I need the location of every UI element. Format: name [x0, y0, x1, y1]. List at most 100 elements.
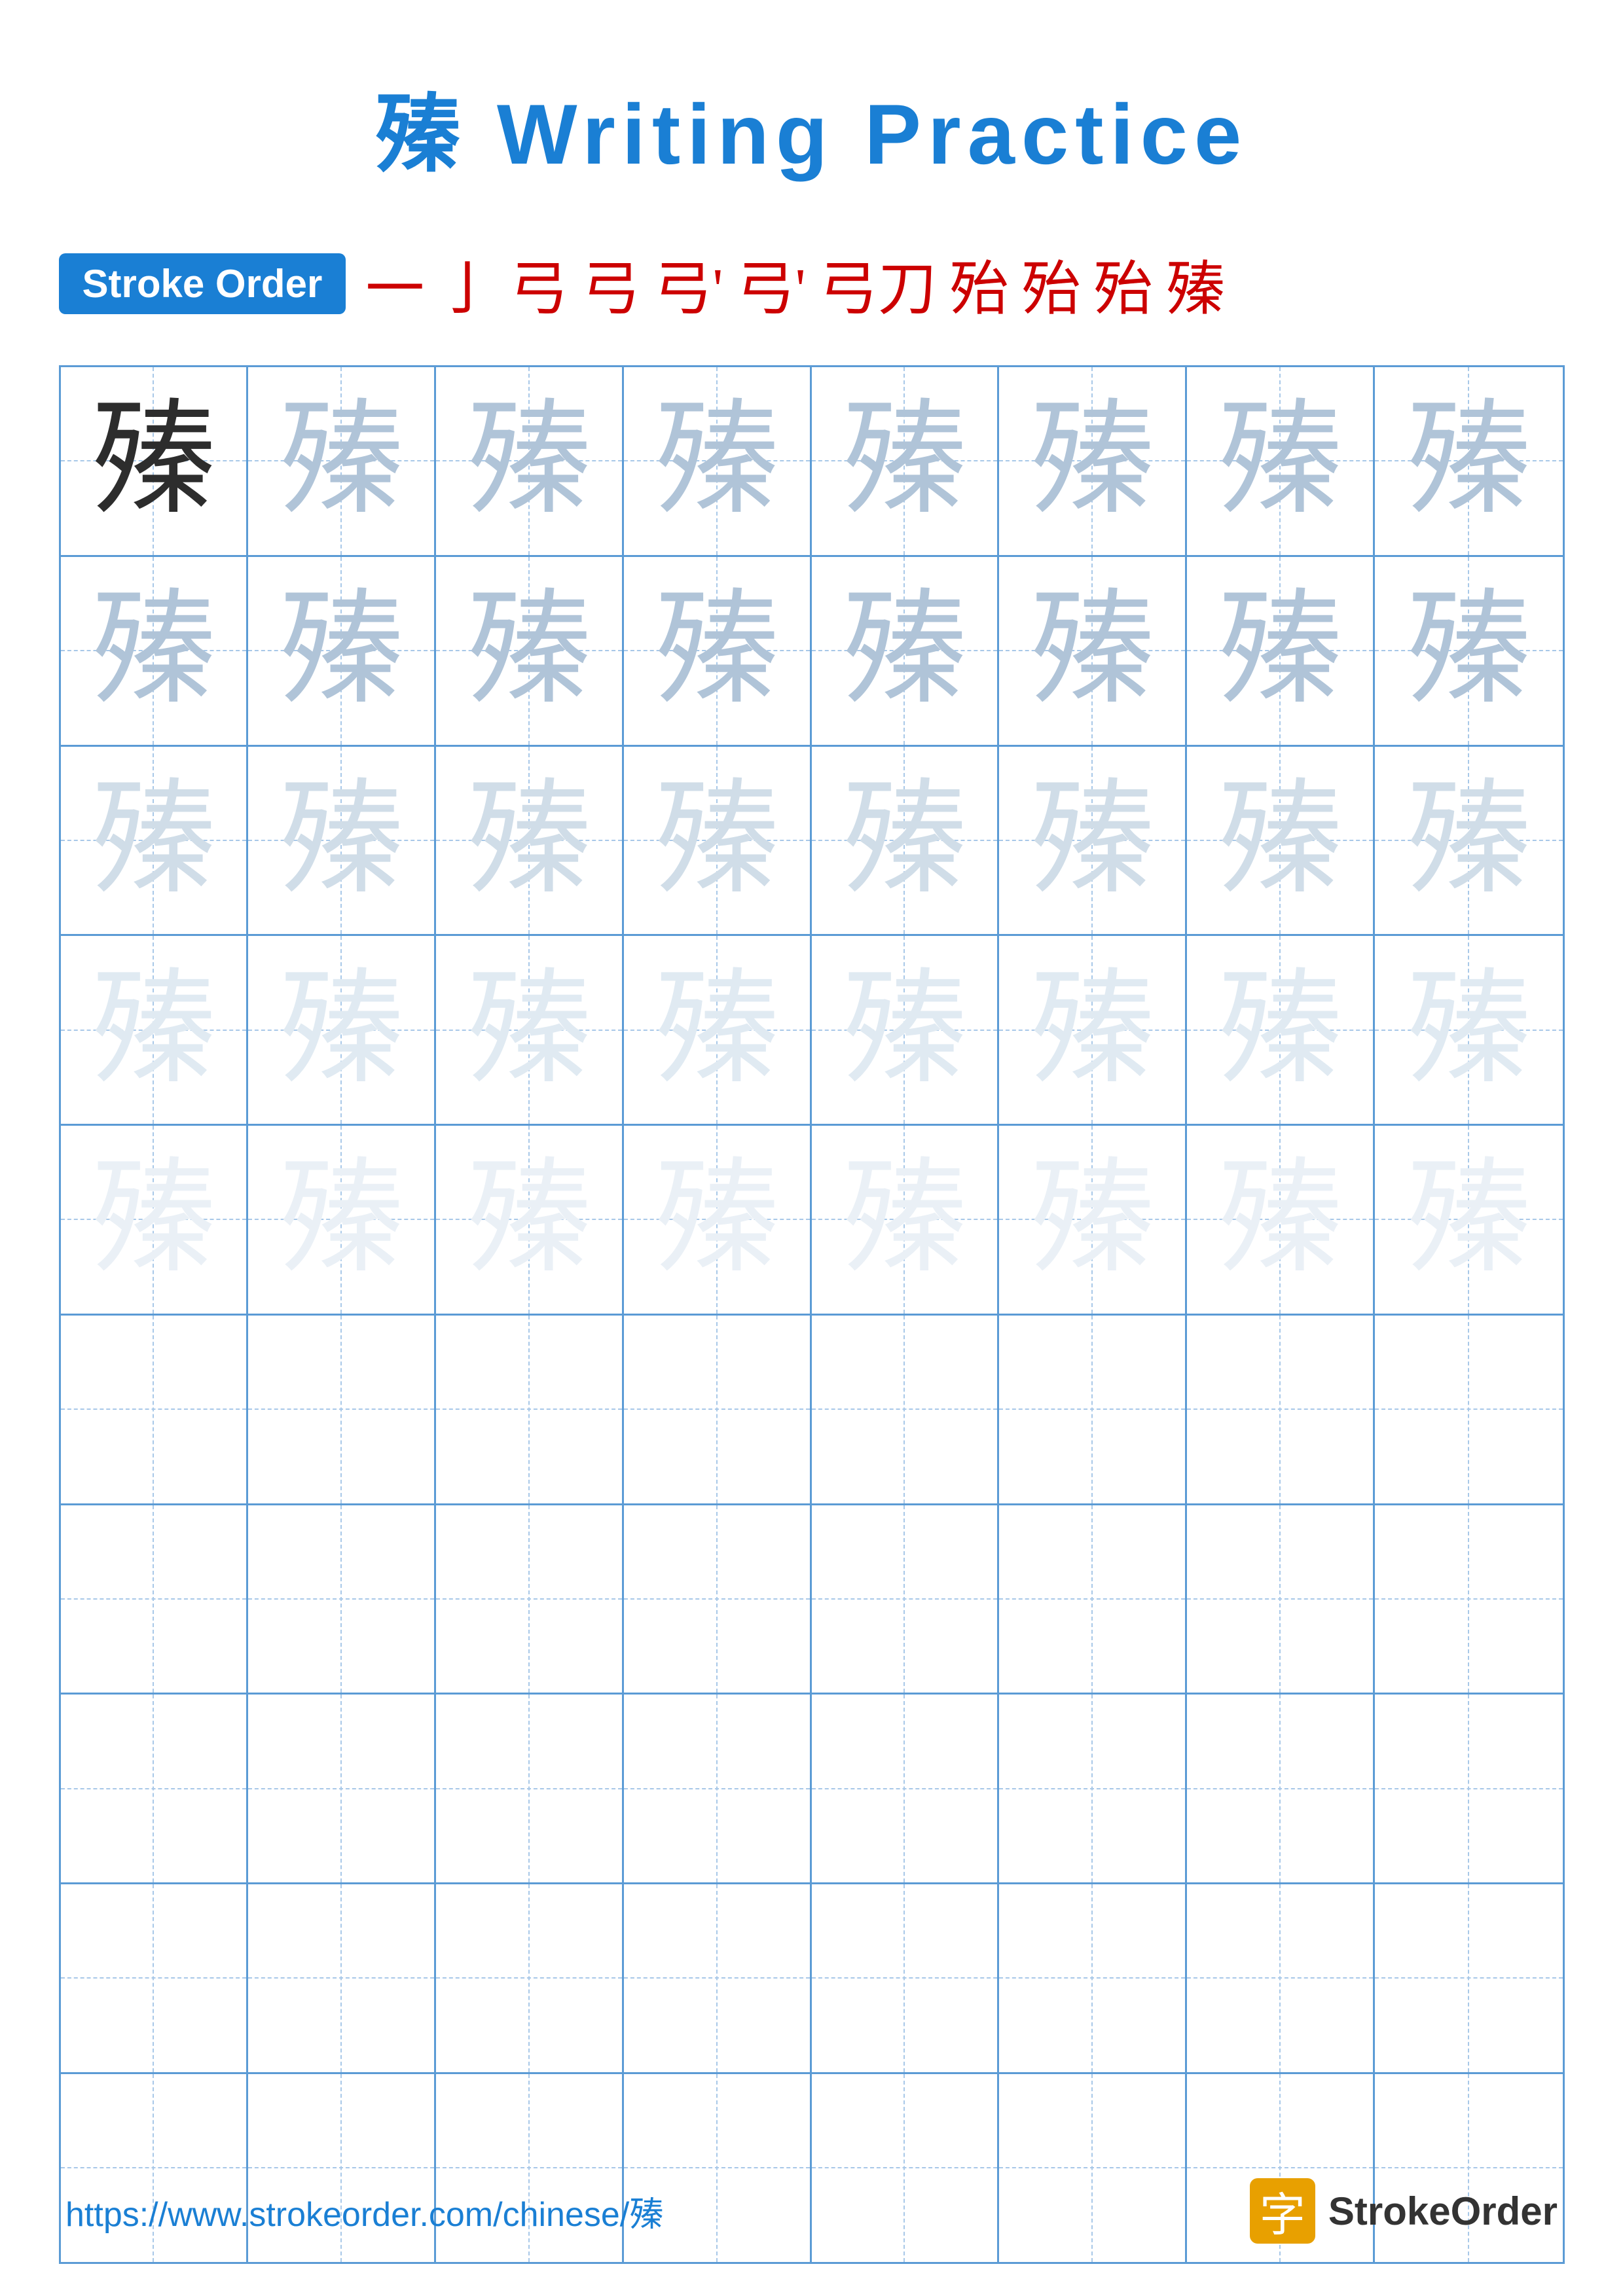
- grid-row-5: 殝 殝 殝 殝 殝 殝 殝 殝: [61, 1126, 1563, 1316]
- char-display: 殝: [1406, 1157, 1531, 1282]
- grid-cell-1-1: 殝: [61, 367, 249, 555]
- char-display: 殝: [842, 588, 966, 713]
- grid-cell-6-2: [248, 1316, 436, 1503]
- grid-cell-2-6: 殝: [999, 557, 1187, 745]
- char-display: 殝: [279, 399, 403, 523]
- grid-cell-4-5: 殝: [812, 936, 1000, 1124]
- grid-cell-5-3: 殝: [436, 1126, 624, 1314]
- grid-cell-1-5: 殝: [812, 367, 1000, 555]
- grid-cell-9-5: [812, 1884, 1000, 2072]
- stroke-5: 弓': [653, 241, 723, 326]
- grid-cell-5-8: 殝: [1375, 1126, 1563, 1314]
- footer: https://www.strokeorder.com/chinese/殝 字 …: [0, 2178, 1623, 2244]
- char-display: 殝: [1030, 1157, 1154, 1282]
- char-display: 殝: [655, 1157, 779, 1282]
- grid-cell-6-7: [1187, 1316, 1375, 1503]
- char-display: 殝: [279, 778, 403, 903]
- grid-cell-8-2: [248, 1695, 436, 1882]
- stroke-2: 亅: [437, 241, 496, 326]
- grid-cell-9-2: [248, 1884, 436, 2072]
- stroke-order-chars: 一 亅 弓 弓 弓' 弓' 弓刀 殆 殆 殆 殝: [365, 241, 1224, 326]
- char-display: 殝: [655, 588, 779, 713]
- page: 殝 Writing Practice Stroke Order 一 亅 弓 弓 …: [0, 0, 1623, 2296]
- char-display: 殝: [655, 968, 779, 1092]
- grid-cell-1-7: 殝: [1187, 367, 1375, 555]
- grid-cell-8-6: [999, 1695, 1187, 1882]
- char-display: 殝: [279, 588, 403, 713]
- grid-cell-8-7: [1187, 1695, 1375, 1882]
- stroke-8: 殆: [950, 241, 1009, 326]
- grid-cell-2-1: 殝: [61, 557, 249, 745]
- char-display: 殝: [467, 968, 591, 1092]
- grid-cell-8-1: [61, 1695, 249, 1882]
- grid-cell-6-6: [999, 1316, 1187, 1503]
- grid-cell-5-1: 殝: [61, 1126, 249, 1314]
- logo-icon-char: 字: [1260, 2178, 1305, 2244]
- char-display: 殝: [467, 588, 591, 713]
- grid-cell-7-2: [248, 1505, 436, 1693]
- grid-cell-8-5: [812, 1695, 1000, 1882]
- char-display: 殝: [655, 399, 779, 523]
- grid-cell-1-8: 殝: [1375, 367, 1563, 555]
- char-display: 殝: [842, 778, 966, 903]
- grid-cell-8-4: [624, 1695, 812, 1882]
- stroke-7: 弓刀: [819, 241, 937, 326]
- footer-url: https://www.strokeorder.com/chinese/殝: [65, 2187, 663, 2236]
- stroke-10: 殆: [1094, 241, 1153, 326]
- char-display: 殝: [467, 1157, 591, 1282]
- grid-row-4: 殝 殝 殝 殝 殝 殝 殝 殝: [61, 936, 1563, 1126]
- char-display: 殝: [1030, 399, 1154, 523]
- stroke-3: 弓: [509, 241, 568, 326]
- grid-cell-4-1: 殝: [61, 936, 249, 1124]
- grid-cell-2-7: 殝: [1187, 557, 1375, 745]
- grid-cell-5-7: 殝: [1187, 1126, 1375, 1314]
- char-display: 殝: [1218, 968, 1342, 1092]
- stroke-9: 殆: [1022, 241, 1081, 326]
- char-display: 殝: [1406, 588, 1531, 713]
- grid-cell-7-5: [812, 1505, 1000, 1693]
- char-display: 殝: [91, 968, 215, 1092]
- grid-cell-2-2: 殝: [248, 557, 436, 745]
- char-display: 殝: [91, 399, 215, 523]
- char-display: 殝: [279, 968, 403, 1092]
- grid-row-3: 殝 殝 殝 殝 殝 殝 殝 殝: [61, 747, 1563, 937]
- grid-cell-6-3: [436, 1316, 624, 1503]
- char-display: 殝: [467, 778, 591, 903]
- char-display: 殝: [91, 778, 215, 903]
- grid-cell-3-6: 殝: [999, 747, 1187, 935]
- grid-cell-9-1: [61, 1884, 249, 2072]
- grid-cell-4-3: 殝: [436, 936, 624, 1124]
- grid-row-1: 殝 殝 殝 殝 殝 殝 殝 殝: [61, 367, 1563, 557]
- grid-cell-3-8: 殝: [1375, 747, 1563, 935]
- grid-cell-9-4: [624, 1884, 812, 2072]
- grid-cell-1-2: 殝: [248, 367, 436, 555]
- grid-cell-7-6: [999, 1505, 1187, 1693]
- char-display: 殝: [1030, 778, 1154, 903]
- stroke-1: 一: [365, 241, 424, 326]
- char-display: 殝: [1406, 399, 1531, 523]
- grid-cell-4-4: 殝: [624, 936, 812, 1124]
- grid-cell-3-4: 殝: [624, 747, 812, 935]
- grid-cell-3-7: 殝: [1187, 747, 1375, 935]
- char-display: 殝: [1218, 588, 1342, 713]
- grid-cell-9-8: [1375, 1884, 1563, 2072]
- char-display: 殝: [1218, 399, 1342, 523]
- practice-grid: 殝 殝 殝 殝 殝 殝 殝 殝 殝 殝 殝 殝 殝 殝 殝 殝 殝 殝 殝 殝 …: [59, 365, 1565, 2264]
- char-display: 殝: [1218, 1157, 1342, 1282]
- grid-cell-1-3: 殝: [436, 367, 624, 555]
- grid-cell-1-6: 殝: [999, 367, 1187, 555]
- grid-cell-3-2: 殝: [248, 747, 436, 935]
- logo-text: StrokeOrder: [1328, 2189, 1558, 2234]
- stroke-11: 殝: [1166, 241, 1225, 326]
- stroke-order-section: Stroke Order 一 亅 弓 弓 弓' 弓' 弓刀 殆 殆 殆 殝: [59, 241, 1565, 326]
- stroke-6: 弓': [737, 241, 806, 326]
- char-display: 殝: [1030, 968, 1154, 1092]
- char-display: 殝: [1406, 968, 1531, 1092]
- grid-cell-3-1: 殝: [61, 747, 249, 935]
- char-display: 殝: [1406, 778, 1531, 903]
- char-display: 殝: [91, 1157, 215, 1282]
- char-display: 殝: [842, 1157, 966, 1282]
- grid-row-7: [61, 1505, 1563, 1695]
- stroke-order-badge: Stroke Order: [59, 253, 346, 314]
- grid-cell-6-4: [624, 1316, 812, 1503]
